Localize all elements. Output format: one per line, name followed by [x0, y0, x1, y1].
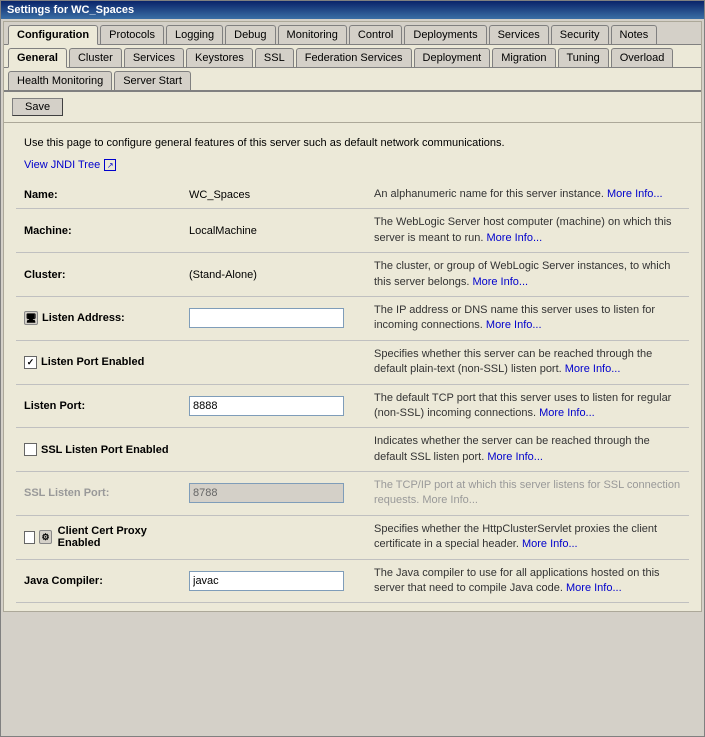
tab-row-2: GeneralClusterServicesKeystoresSSLFedera… — [4, 45, 701, 68]
main-window: Settings for WC_Spaces ConfigurationProt… — [0, 0, 705, 737]
tab-row1-configuration[interactable]: Configuration — [8, 25, 98, 45]
tab-row1-services[interactable]: Services — [489, 25, 549, 44]
window-title: Settings for WC_Spaces — [7, 4, 134, 16]
table-row: ⚙ Client Cert Proxy Enabled Specifies whet… — [16, 515, 689, 559]
tab-row1-monitoring[interactable]: Monitoring — [278, 25, 347, 44]
more-info-link-6[interactable]: More Info... — [487, 451, 543, 463]
tab-row1-debug[interactable]: Debug — [225, 25, 275, 44]
more-info-link-3[interactable]: More Info... — [486, 319, 542, 331]
tab-row1-protocols[interactable]: Protocols — [100, 25, 164, 44]
checkbox-6[interactable] — [24, 443, 37, 456]
tab-row-1: ConfigurationProtocolsLoggingDebugMonito… — [4, 22, 701, 45]
table-row: Name:WC_SpacesAn alphanumeric name for t… — [16, 181, 689, 209]
title-bar: Settings for WC_Spaces — [1, 1, 704, 19]
more-info-link-0[interactable]: More Info... — [607, 188, 663, 200]
settings-table: Name:WC_SpacesAn alphanumeric name for t… — [16, 181, 689, 603]
table-row: Machine:LocalMachineThe WebLogic Server … — [16, 209, 689, 253]
tab-row2-ssl[interactable]: SSL — [255, 48, 294, 67]
table-row: Java Compiler:The Java compiler to use f… — [16, 559, 689, 603]
tab-row1-control[interactable]: Control — [349, 25, 402, 44]
input-9[interactable] — [189, 571, 344, 591]
field-label-6: SSL Listen Port Enabled — [41, 444, 169, 456]
tab-row3-server-start[interactable]: Server Start — [114, 71, 191, 90]
more-info-link-4[interactable]: More Info... — [565, 363, 621, 375]
input-7[interactable] — [189, 483, 344, 503]
checkbox-4[interactable] — [24, 356, 37, 369]
tab-row-3: Health MonitoringServer Start — [4, 68, 701, 92]
field-desc-0: An alphanumeric name for this server ins… — [374, 188, 607, 200]
field-desc-7: The TCP/IP port at which this server lis… — [374, 479, 680, 506]
tab-row2-federation-services[interactable]: Federation Services — [296, 48, 412, 67]
more-info-link-2[interactable]: More Info... — [472, 276, 528, 288]
table-row: 🖥Listen Address:The IP address or DNS na… — [16, 296, 689, 340]
field-desc-5: The default TCP port that this server us… — [374, 392, 671, 419]
table-row: SSL Listen Port EnabledIndicates whether… — [16, 428, 689, 472]
save-button[interactable]: Save — [12, 98, 63, 116]
jndi-link-text: View JNDI Tree — [24, 159, 100, 171]
external-link-icon: ↗ — [104, 159, 116, 171]
tab-row2-cluster[interactable]: Cluster — [69, 48, 122, 67]
page-description: Use this page to configure general featu… — [16, 131, 689, 153]
save-section: Save — [4, 92, 701, 123]
tab-row2-migration[interactable]: Migration — [492, 48, 555, 67]
tab-row2-general[interactable]: General — [8, 48, 67, 68]
tab-row1-logging[interactable]: Logging — [166, 25, 223, 44]
tab-row2-keystores[interactable]: Keystores — [186, 48, 253, 67]
field-desc-8: Specifies whether the HttpClusterServlet… — [374, 523, 657, 550]
more-info-link-9[interactable]: More Info... — [566, 582, 622, 594]
table-row: Cluster:(Stand-Alone)The cluster, or gro… — [16, 253, 689, 297]
more-info-link-8[interactable]: More Info... — [522, 538, 578, 550]
jndi-tree-link[interactable]: View JNDI Tree ↗ — [16, 159, 689, 171]
input-3[interactable] — [189, 308, 344, 328]
input-5[interactable] — [189, 396, 344, 416]
field-label-4: Listen Port Enabled — [41, 356, 144, 368]
tab-row1-notes[interactable]: Notes — [611, 25, 658, 44]
tab-row2-services[interactable]: Services — [124, 48, 184, 67]
tab-row1-deployments[interactable]: Deployments — [404, 25, 486, 44]
checkbox-8[interactable] — [24, 531, 35, 544]
value-text-1: LocalMachine — [189, 225, 257, 237]
tab-row2-tuning[interactable]: Tuning — [558, 48, 609, 67]
tab-row3-health-monitoring[interactable]: Health Monitoring — [8, 71, 112, 90]
table-row: Listen Port:The default TCP port that th… — [16, 384, 689, 428]
more-info-link-1[interactable]: More Info... — [487, 232, 543, 244]
more-info-link-5[interactable]: More Info... — [539, 407, 595, 419]
tab-row1-security[interactable]: Security — [551, 25, 609, 44]
field-label-3: Listen Address: — [42, 312, 125, 324]
value-text-2: (Stand-Alone) — [189, 269, 257, 281]
main-content: Use this page to configure general featu… — [4, 123, 701, 611]
more-info-link-7[interactable]: More Info... — [422, 494, 478, 506]
field-label-8: Client Cert Proxy Enabled — [58, 525, 173, 549]
value-text-0: WC_Spaces — [189, 189, 250, 201]
tab-row2-deployment[interactable]: Deployment — [414, 48, 491, 67]
tab-row2-overload[interactable]: Overload — [611, 48, 674, 67]
table-row: SSL Listen Port:The TCP/IP port at which… — [16, 472, 689, 516]
gear-icon: ⚙ — [39, 530, 51, 544]
table-row: Listen Port EnabledSpecifies whether thi… — [16, 340, 689, 384]
content-area: ConfigurationProtocolsLoggingDebugMonito… — [3, 21, 702, 612]
server-icon: 🖥 — [24, 311, 38, 325]
